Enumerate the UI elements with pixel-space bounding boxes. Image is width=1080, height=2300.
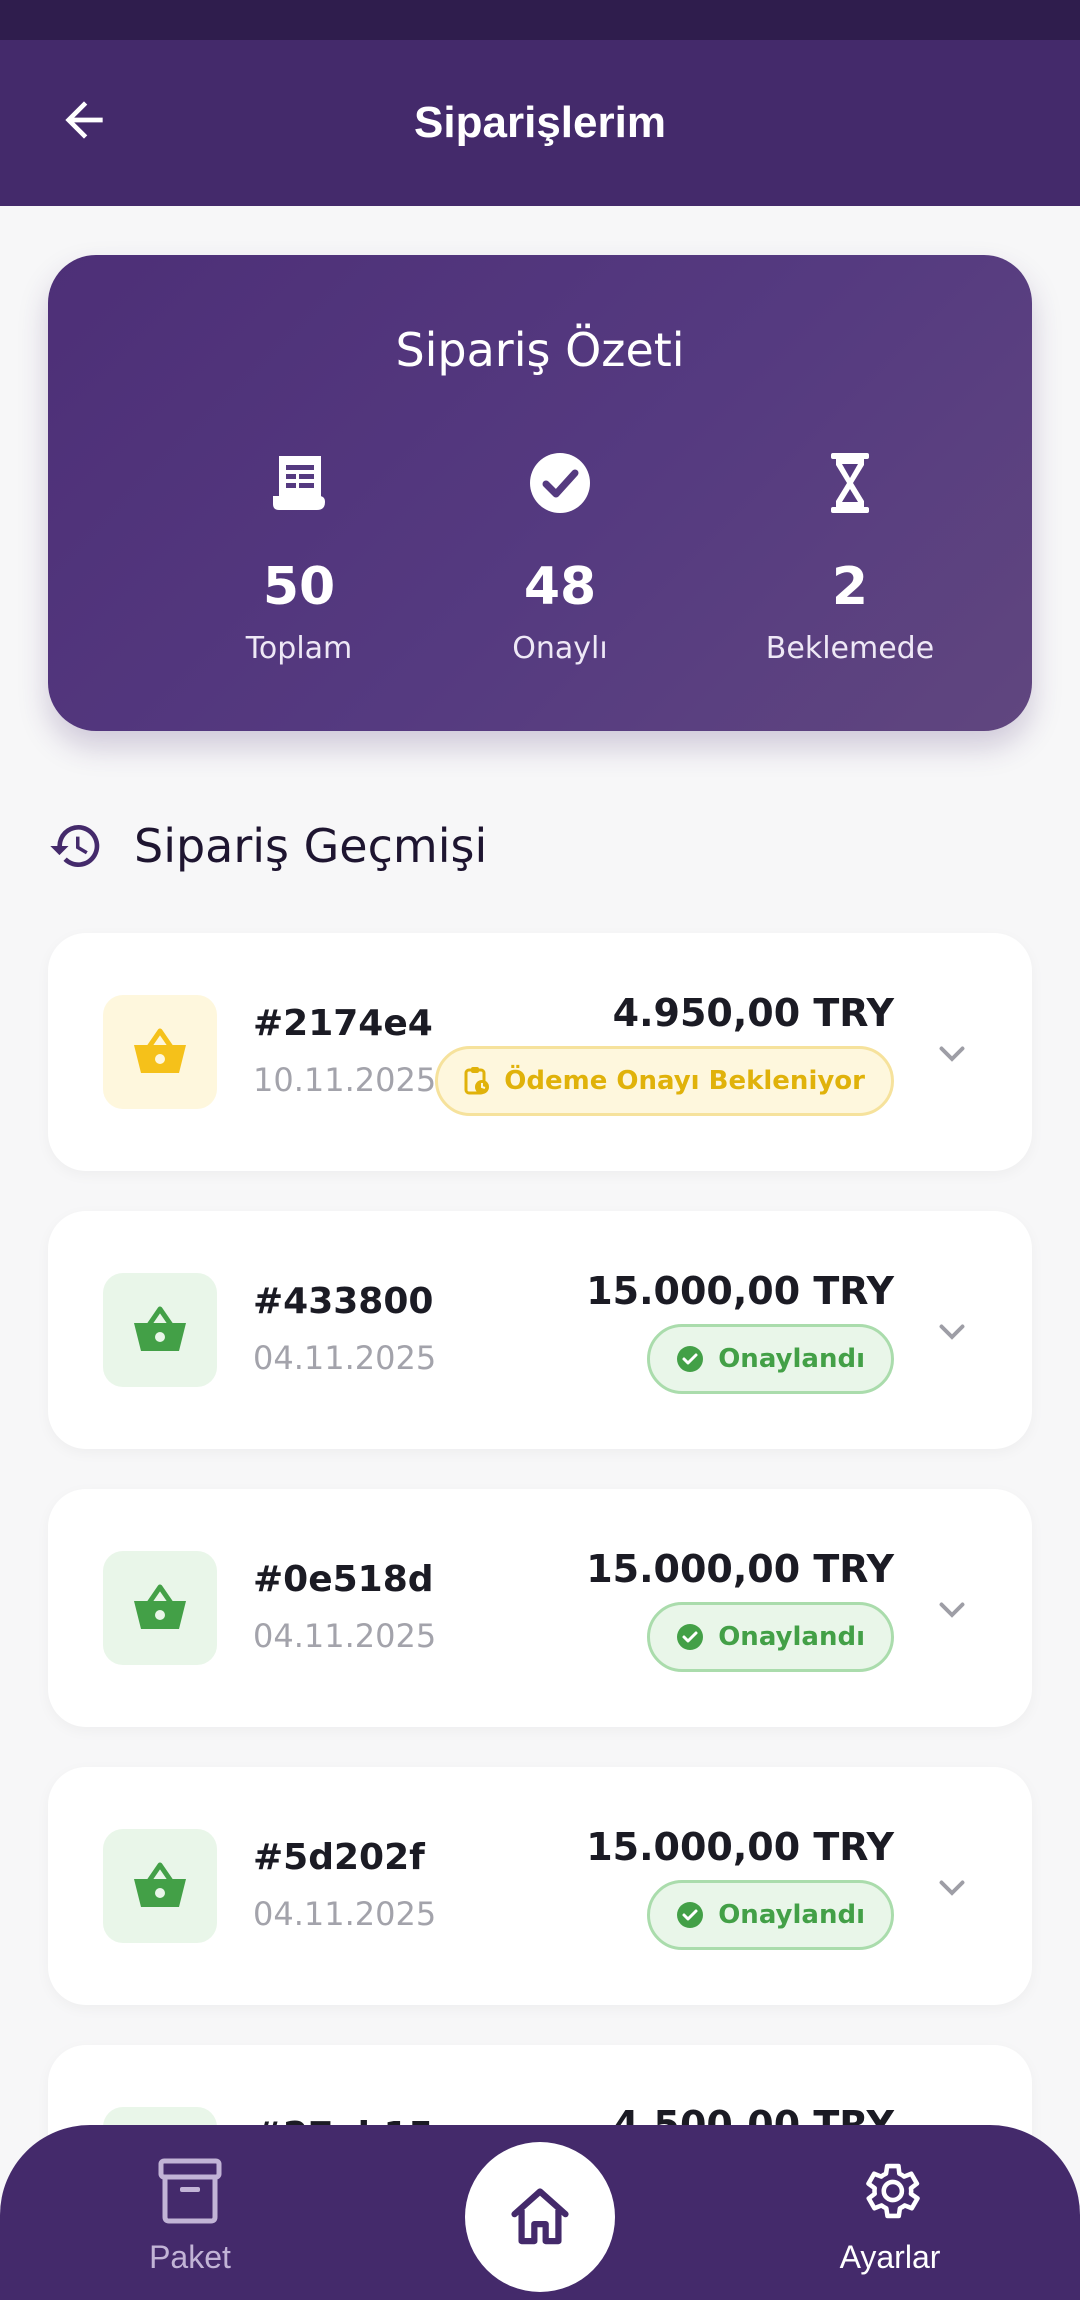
status-badge: Ödeme Onayı Bekleniyor bbox=[435, 1046, 894, 1116]
nav-paket-label: Paket bbox=[149, 2239, 231, 2275]
order-summary-card: Sipariş Özeti 50 Toplam 48 Onaylı 2 Bekl… bbox=[48, 255, 1032, 731]
stat-total-value: 50 bbox=[262, 557, 336, 617]
basket-icon bbox=[134, 1306, 186, 1351]
order-history-title: Sipariş Geçmişi bbox=[134, 819, 488, 873]
receipt-icon bbox=[273, 456, 325, 510]
order-amount: 15.000,00 TRY bbox=[586, 1269, 894, 1313]
clipboard-clock-icon bbox=[464, 1067, 490, 1095]
order-icon-box bbox=[103, 1551, 217, 1665]
status-bar bbox=[0, 0, 1080, 40]
stat-approved-label: Onaylı bbox=[512, 631, 608, 666]
status-label: Onaylandı bbox=[718, 1344, 865, 1374]
status-label: Onaylandı bbox=[718, 1622, 865, 1652]
status-label: Onaylandı bbox=[718, 1900, 865, 1930]
order-icon-box bbox=[103, 995, 217, 1109]
order-icon-box bbox=[103, 1829, 217, 1943]
gear-icon bbox=[866, 2163, 920, 2219]
home-button[interactable] bbox=[465, 2142, 615, 2292]
order-card[interactable]: #433800 04.11.2025 15.000,00 TRY Onaylan… bbox=[48, 1211, 1032, 1449]
archive-box-icon bbox=[158, 2158, 222, 2224]
home-icon bbox=[511, 2188, 569, 2245]
stat-pending: 2 Beklemede bbox=[720, 445, 980, 666]
back-button[interactable] bbox=[52, 88, 116, 152]
order-id: #2174e4 bbox=[253, 1003, 433, 1044]
app-bar: Siparişlerim bbox=[0, 40, 1080, 206]
status-badge: Onaylandı bbox=[647, 1602, 894, 1672]
order-amount: 15.000,00 TRY bbox=[586, 1825, 894, 1869]
order-date: 10.11.2025 bbox=[253, 1061, 437, 1099]
order-amount: 15.000,00 TRY bbox=[586, 1547, 894, 1591]
page-title: Siparişlerim bbox=[414, 98, 666, 147]
stat-pending-value: 2 bbox=[831, 557, 869, 617]
stat-approved-value: 48 bbox=[523, 557, 597, 617]
nav-item-ayarlar[interactable]: Ayarlar bbox=[800, 2157, 980, 2276]
order-amount: 4.950,00 TRY bbox=[612, 991, 894, 1035]
summary-title: Sipariş Özeti bbox=[395, 323, 685, 377]
stat-total-label: Toplam bbox=[245, 631, 353, 666]
chevron-down-icon[interactable] bbox=[932, 1311, 972, 1351]
basket-icon bbox=[134, 1028, 186, 1073]
status-badge: Onaylandı bbox=[647, 1880, 894, 1950]
status-label: Ödeme Onayı Bekleniyor bbox=[504, 1066, 865, 1096]
order-date: 04.11.2025 bbox=[253, 1339, 437, 1377]
order-card[interactable]: #0e518d 04.11.2025 15.000,00 TRY Onaylan… bbox=[48, 1489, 1032, 1727]
order-history-header: Sipariş Geçmişi bbox=[48, 812, 487, 880]
basket-icon bbox=[134, 1862, 186, 1907]
order-id: #433800 bbox=[253, 1281, 434, 1322]
chevron-down-icon[interactable] bbox=[932, 1033, 972, 1073]
arrow-left-icon bbox=[65, 101, 103, 139]
check-circle-icon bbox=[530, 453, 590, 513]
chevron-down-icon[interactable] bbox=[932, 1589, 972, 1629]
check-circle-icon bbox=[677, 1902, 704, 1928]
hourglass-icon bbox=[831, 453, 869, 513]
check-circle-icon bbox=[677, 1346, 704, 1372]
order-id: #0e518d bbox=[253, 1559, 434, 1600]
order-icon-box bbox=[103, 1273, 217, 1387]
nav-ayarlar-label: Ayarlar bbox=[839, 2239, 941, 2275]
order-date: 04.11.2025 bbox=[253, 1895, 437, 1933]
check-circle-icon bbox=[677, 1624, 704, 1650]
stat-total: 50 Toplam bbox=[169, 445, 429, 666]
status-badge: Onaylandı bbox=[647, 1324, 894, 1394]
stat-approved: 48 Onaylı bbox=[430, 445, 690, 666]
chevron-down-icon[interactable] bbox=[932, 1867, 972, 1907]
nav-item-paket[interactable]: Paket bbox=[100, 2157, 280, 2276]
basket-icon bbox=[134, 1584, 186, 1629]
order-card[interactable]: #5d202f 04.11.2025 15.000,00 TRY Onaylan… bbox=[48, 1767, 1032, 2005]
stat-pending-label: Beklemede bbox=[765, 631, 935, 666]
order-card[interactable]: #2174e4 10.11.2025 4.950,00 TRY Ödeme On… bbox=[48, 933, 1032, 1171]
history-icon bbox=[50, 825, 100, 867]
order-date: 04.11.2025 bbox=[253, 1617, 437, 1655]
order-id: #5d202f bbox=[253, 1837, 425, 1878]
